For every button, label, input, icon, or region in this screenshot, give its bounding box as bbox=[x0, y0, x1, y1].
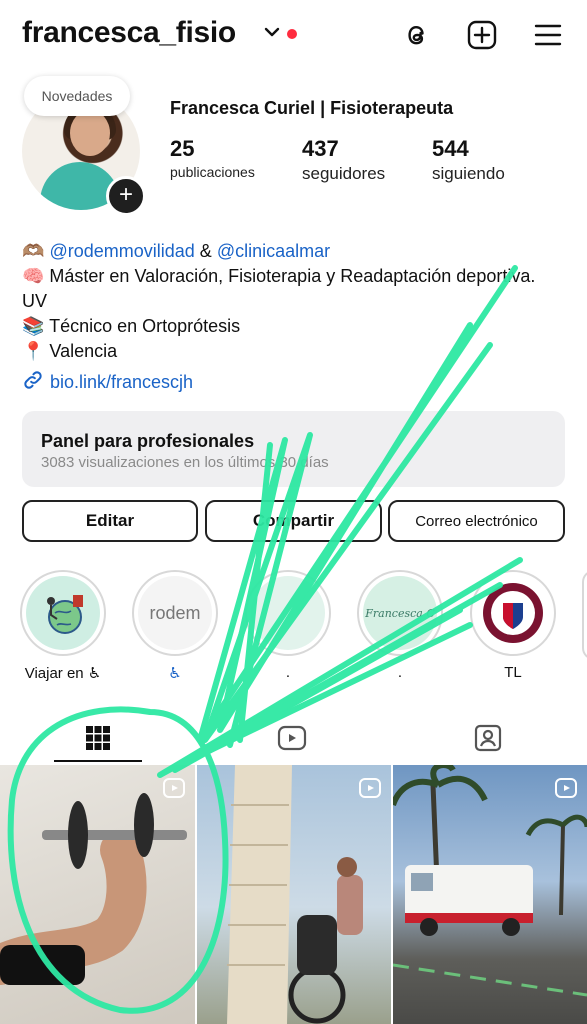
stat-followers[interactable]: 437 seguidores bbox=[302, 136, 385, 184]
highlight-item-partial[interactable] bbox=[582, 570, 587, 660]
highlight-cover-icon: Francesca C bbox=[363, 576, 437, 650]
post-thumbnail[interactable] bbox=[197, 765, 391, 1024]
threads-icon[interactable] bbox=[397, 15, 437, 55]
stat-label: siguiendo bbox=[432, 164, 505, 183]
profile-tabs bbox=[0, 714, 587, 762]
bio-link-text[interactable]: bio.link/francescjh bbox=[50, 372, 193, 393]
bio-link[interactable]: bio.link/francescjh bbox=[22, 369, 193, 396]
highlight-item[interactable]: TL bbox=[470, 570, 556, 681]
email-button[interactable]: Correo electrónico bbox=[388, 500, 565, 542]
post-thumbnail[interactable] bbox=[393, 765, 587, 1024]
stat-following[interactable]: 544 siguiendo bbox=[432, 136, 505, 184]
rodem-logo: rodem bbox=[149, 602, 201, 623]
edit-profile-button[interactable]: Editar bbox=[22, 500, 198, 542]
globe-traveler-icon bbox=[26, 576, 100, 650]
highlight-item[interactable]: . bbox=[245, 570, 331, 681]
add-story-icon[interactable]: + bbox=[106, 176, 146, 216]
highlight-cover-icon bbox=[251, 576, 325, 650]
reel-indicator-icon bbox=[163, 777, 185, 804]
bio-emoji: 🫶🏽 bbox=[22, 241, 45, 261]
profile-username[interactable]: francesca_fisio bbox=[22, 16, 236, 50]
highlight-item[interactable]: Francesca C . bbox=[357, 570, 443, 681]
highlight-label: TL bbox=[504, 664, 522, 681]
share-profile-button[interactable]: Compartir bbox=[205, 500, 382, 542]
notes-bubble[interactable]: Novedades bbox=[24, 76, 130, 116]
stat-value: 437 bbox=[302, 136, 339, 161]
active-tab-indicator bbox=[54, 760, 142, 762]
mention-link[interactable]: @clinicaalmar bbox=[217, 241, 330, 261]
stat-value: 25 bbox=[170, 136, 195, 161]
mention-link[interactable]: @rodemmovilidad bbox=[49, 241, 194, 261]
stat-label: publicaciones bbox=[170, 164, 255, 180]
notification-dot bbox=[287, 29, 297, 39]
stat-posts[interactable]: 25 publicaciones bbox=[170, 136, 255, 180]
highlight-label: . bbox=[285, 664, 291, 681]
highlight-label: Viajar en ♿ bbox=[24, 665, 102, 682]
stat-label: seguidores bbox=[302, 164, 386, 183]
stat-value: 544 bbox=[432, 136, 469, 161]
reel-indicator-icon bbox=[359, 777, 381, 804]
tagged-icon[interactable] bbox=[444, 714, 532, 762]
panel-title: Panel para profesionales bbox=[41, 431, 255, 451]
reel-indicator-icon bbox=[555, 777, 577, 804]
highlight-label: . bbox=[397, 664, 403, 681]
bio-line: 📚 Técnico en Ortoprótesis bbox=[22, 316, 241, 336]
chevron-down-icon[interactable] bbox=[262, 22, 282, 47]
professional-dashboard[interactable]: Panel para profesionales 3083 visualizac… bbox=[22, 411, 565, 487]
menu-icon[interactable] bbox=[528, 15, 568, 55]
highlight-label: ♿ bbox=[168, 665, 182, 682]
display-name: Francesca Curiel | Fisioterapeuta bbox=[170, 98, 454, 118]
bio: 🫶🏽 @rodemmovilidad & @clinicaalmar 🧠 Más… bbox=[22, 239, 562, 364]
bio-line: 📍 Valencia bbox=[22, 341, 118, 361]
highlight-item[interactable]: Viajar en ♿ bbox=[20, 570, 106, 682]
post-thumbnail[interactable] bbox=[0, 765, 195, 1024]
bio-line-mentions: 🫶🏽 @rodemmovilidad & @clinicaalmar bbox=[22, 239, 562, 264]
team-crest-icon bbox=[476, 576, 550, 650]
reels-icon[interactable] bbox=[248, 714, 336, 762]
link-icon bbox=[22, 369, 44, 396]
highlight-item[interactable]: rodem ♿ bbox=[132, 570, 218, 682]
grid-icon[interactable] bbox=[54, 714, 142, 762]
bio-ampersand: & bbox=[199, 241, 212, 261]
panel-subtitle: 3083 visualizaciones en los últimos 30 d… bbox=[41, 454, 329, 471]
create-post-icon[interactable] bbox=[462, 15, 502, 55]
bio-line: 🧠 Máster en Valoración, Fisioterapia y R… bbox=[22, 266, 536, 311]
